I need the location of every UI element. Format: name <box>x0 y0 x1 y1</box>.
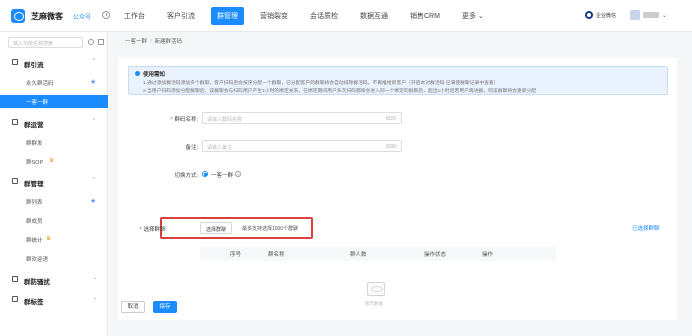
col-group-name: 群名称 <box>268 252 285 258</box>
group-icon <box>12 296 18 302</box>
grid-icon[interactable] <box>98 39 104 45</box>
mode-label: 切换方式: <box>174 173 198 179</box>
group-icon <box>12 119 18 125</box>
avatar[interactable] <box>630 10 641 20</box>
sidebar-group-label: 群防骚扰 <box>24 279 50 286</box>
table-header: 序号 群名称 群人数 操作状态 操作 <box>200 247 556 261</box>
main-nav: 工作台 客户引流 群管理 营销裂变 会话质检 数据互通 销售CRM 更多 ⌄ <box>118 0 500 32</box>
chevron-down-icon: ⌄ <box>93 275 98 281</box>
group-icon <box>12 276 18 282</box>
top-bar: 芝麻微客 公众号 工作台 客户引流 群管理 营销裂变 会话质检 数据互通 销售C… <box>0 0 692 32</box>
col-op-status: 操作状态 <box>424 252 447 258</box>
sidebar-group-operation[interactable]: 群运营 ^ <box>0 116 108 129</box>
breadcrumb-parent[interactable]: 一客一群 <box>125 39 147 45</box>
footer-actions: 取消 保存 <box>113 298 692 336</box>
group-code-name-input[interactable]: 请输入群码名称 <box>202 112 402 124</box>
sidebar-item-group-members[interactable]: 群成员 <box>0 214 108 227</box>
user-name-redacted <box>643 12 660 18</box>
sidebar-item-label: 群列表 <box>26 200 43 206</box>
chevron-up-icon: ^ <box>93 58 96 64</box>
save-button[interactable]: 保存 <box>153 301 177 313</box>
sidebar-item-label: 一客一群 <box>26 100 49 106</box>
notice-line: 1.通过添加群活码添加多个群聊，客户扫码后会按序分配一个群聊，已分配客户的群聊将… <box>143 81 499 86</box>
group-icon <box>12 59 18 65</box>
sidebar-item-label: 群成员 <box>26 219 43 225</box>
nav-data-sync[interactable]: 数据互通 <box>354 7 394 25</box>
crown-icon: ♛ <box>46 236 52 242</box>
breadcrumb: 一客一群 / 新建群活码 <box>125 39 183 45</box>
clock-icon[interactable] <box>102 11 110 19</box>
user-area: 企业微信 ⌄ <box>585 10 667 20</box>
name-counter: 0/20 <box>386 116 396 122</box>
nav-more[interactable]: 更多 ⌄ <box>456 7 490 25</box>
sidebar-item-group-broadcast[interactable]: 群群发 <box>0 136 108 149</box>
sidebar-item-label: 群欢迎语 <box>26 257 49 263</box>
chevron-up-icon: ^ <box>93 177 96 183</box>
name-label: * 群码名称: <box>170 117 198 123</box>
sidebar-item-welcome-message[interactable]: 群欢迎语 <box>0 252 108 265</box>
empty-box-icon <box>367 282 385 296</box>
remark-counter: 0/30 <box>386 144 396 150</box>
sidebar-item-label: 永久群活码 <box>26 81 54 87</box>
app-name: 芝麻微客 <box>31 12 63 21</box>
corp-name: 企业微信 <box>596 12 617 19</box>
col-index: 序号 <box>230 252 242 258</box>
notice-line: 2.当用户扫码添加分配群聊后，该群聊会与扫码用户产生1小时的绑定关系，在绑定期间… <box>143 89 537 94</box>
sidebar-group-acquisition[interactable]: 群引流 ^ <box>0 56 108 69</box>
selected-groups-link[interactable]: 已选择群聊 <box>632 224 660 232</box>
sidebar-item-label: 群SOP <box>26 160 44 166</box>
nav-session-inspection[interactable]: 会话质检 <box>304 7 344 25</box>
sidebar-item-label: 群群发 <box>26 141 43 147</box>
breadcrumb-current: 新建群活码 <box>154 39 183 45</box>
nav-workbench[interactable]: 工作台 <box>118 7 151 25</box>
sidebar-item-group-sop[interactable]: 群SOP ♛ <box>0 155 108 168</box>
account-switch[interactable]: 公众号 <box>73 12 91 21</box>
sidebar-item-label: 群统计 <box>26 238 43 244</box>
sidebar-group-tags[interactable]: 群标签 ⌄ <box>0 293 108 306</box>
star-icon[interactable]: ★ <box>90 78 96 86</box>
sidebar-group-label: 群标签 <box>24 299 44 306</box>
chevron-down-icon: ⌄ <box>93 295 98 301</box>
info-icon <box>135 71 140 76</box>
remark-input[interactable]: 请输入备注 <box>202 140 402 152</box>
wecom-icon <box>585 11 593 19</box>
sidebar-item-one-customer-one-group[interactable]: 一客一群 <box>0 95 108 108</box>
chevron-down-icon[interactable]: ⌄ <box>662 12 667 19</box>
selected-groups-table: 序号 群名称 群人数 操作状态 操作 <box>200 247 556 261</box>
select-group-button[interactable]: 选择群聊 <box>200 222 233 234</box>
select-group-label: * 选择群聊: <box>139 227 167 233</box>
sidebar-group-management[interactable]: 群管理 ^ <box>0 175 108 188</box>
col-member-count: 群人数 <box>350 252 367 258</box>
cancel-button[interactable]: 取消 <box>121 301 145 313</box>
crown-icon: ♛ <box>49 158 55 164</box>
star-icon[interactable]: ★ <box>90 197 96 205</box>
nav-customer-acquisition[interactable]: 客户引流 <box>161 7 201 25</box>
sidebar-item-group-list[interactable]: 群列表 ★ <box>0 195 108 208</box>
nav-group-management[interactable]: 群管理 <box>211 7 244 25</box>
nav-sales-crm[interactable]: 销售CRM <box>404 7 446 25</box>
help-icon[interactable]: ? <box>235 171 241 177</box>
sidebar-group-label: 群引流 <box>24 62 44 69</box>
sidebar-group-anti-harassment[interactable]: 群防骚扰 ⌄ <box>0 273 108 286</box>
group-icon <box>12 178 18 184</box>
form-panel: 使用需知 1.通过添加群活码添加多个群聊，客户扫码后会按序分配一个群聊，已分配客… <box>118 58 677 320</box>
mode-radio[interactable] <box>202 171 208 177</box>
chevron-up-icon: ^ <box>93 118 96 124</box>
col-actions: 操作 <box>482 252 494 258</box>
remark-label: 备注: <box>185 145 198 151</box>
sidebar: 输入功能名称搜索 群引流 ^ 永久群活码 ★ 一客一群 群运营 ^ 群群发 群S… <box>0 32 108 336</box>
select-limit-tip: 最多支持选择1000个群聊 <box>242 226 299 232</box>
sidebar-group-label: 群运营 <box>24 122 44 129</box>
sidebar-group-label: 群管理 <box>24 181 44 188</box>
main-content: 一客一群 / 新建群活码 使用需知 1.通过添加群活码添加多个群聊，客户扫码后会按序… <box>113 32 692 336</box>
usage-notice: 使用需知 1.通过添加群活码添加多个群聊，客户扫码后会按序分配一个群聊，已分配客… <box>128 66 668 95</box>
nav-marketing-fission[interactable]: 营销裂变 <box>254 7 294 25</box>
sidebar-search-input[interactable]: 输入功能名称搜索 <box>8 37 83 48</box>
mode-radio-label[interactable]: 一客一群 <box>211 171 233 179</box>
notice-title: 使用需知 <box>143 72 166 78</box>
sidebar-item-group-stats[interactable]: 群统计 ♛ <box>0 233 108 246</box>
sidebar-item-permanent-qr[interactable]: 永久群活码 ★ <box>0 76 108 89</box>
app-logo-icon <box>11 9 25 23</box>
search-icon[interactable] <box>88 39 94 45</box>
